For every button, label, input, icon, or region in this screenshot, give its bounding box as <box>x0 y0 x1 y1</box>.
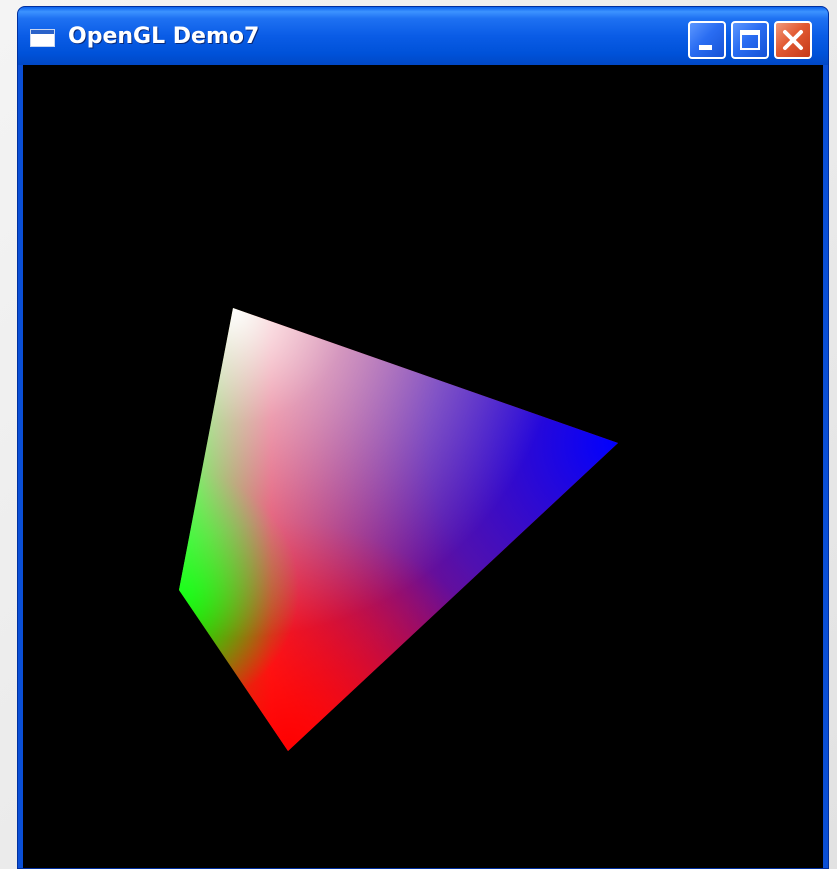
close-icon <box>783 30 803 50</box>
rendered-scene <box>179 308 618 751</box>
maximize-icon <box>740 30 760 50</box>
window-title: OpenGL Demo7 <box>68 24 260 49</box>
app-window: OpenGL Demo7 <box>17 6 829 869</box>
title-bar[interactable]: OpenGL Demo7 <box>18 7 828 65</box>
maximize-button[interactable] <box>731 21 769 59</box>
application-window-icon[interactable] <box>30 29 55 47</box>
minimize-icon <box>699 45 712 50</box>
opengl-viewport[interactable] <box>23 65 823 868</box>
close-button[interactable] <box>774 21 812 59</box>
minimize-button[interactable] <box>688 21 726 59</box>
